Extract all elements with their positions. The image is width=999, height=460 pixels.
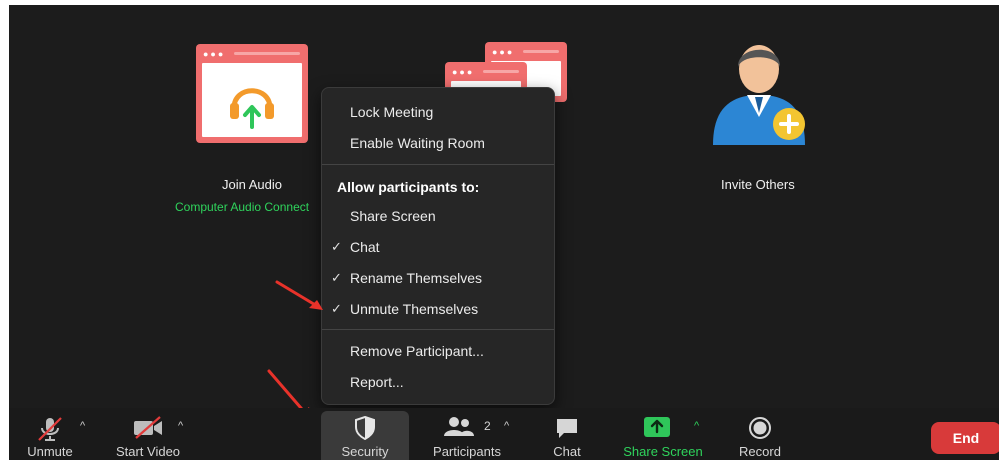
- menu-item-label: Chat: [350, 239, 380, 255]
- participants-options-caret-icon[interactable]: ^: [504, 420, 509, 432]
- menu-item-label: Report...: [350, 374, 404, 390]
- menu-section-heading: Allow participants to:: [337, 179, 480, 195]
- share-screen-button[interactable]: Share Screen: [615, 408, 711, 460]
- menu-item-report[interactable]: Report...: [322, 368, 554, 396]
- menu-item-label: Lock Meeting: [350, 104, 434, 120]
- checkmark-icon: ✓: [331, 301, 342, 316]
- record-icon: [749, 417, 771, 439]
- chat-label: Chat: [553, 444, 581, 459]
- annotation-arrow-unmute-icon: [275, 280, 323, 310]
- participant-count: 2: [484, 419, 491, 433]
- join-audio-title: Join Audio: [222, 177, 282, 192]
- meeting-stage: ●●● Join Audio Computer Audio Connect ●●…: [9, 5, 999, 460]
- unmute-label: Unmute: [27, 444, 73, 459]
- menu-item-unmute-themselves[interactable]: ✓ Unmute Themselves: [322, 295, 554, 323]
- unmute-button[interactable]: Unmute: [19, 408, 81, 460]
- menu-item-label: Share Screen: [350, 208, 436, 224]
- microphone-muted-icon: [38, 417, 62, 441]
- chat-bubble-icon: [557, 419, 577, 438]
- end-meeting-button[interactable]: End: [931, 422, 999, 454]
- menu-item-chat[interactable]: ✓ Chat: [322, 233, 554, 261]
- menu-divider: [322, 329, 554, 330]
- chat-button[interactable]: Chat: [539, 408, 595, 460]
- participants-label: Participants: [433, 444, 501, 459]
- participants-button[interactable]: 2 Participants: [427, 408, 507, 460]
- security-button[interactable]: Security: [321, 408, 409, 460]
- invite-person-icon[interactable]: [707, 37, 817, 147]
- share-screen-label: Share Screen: [623, 444, 703, 459]
- menu-item-label: Enable Waiting Room: [350, 135, 485, 151]
- checkmark-icon: ✓: [331, 239, 342, 254]
- share-screen-icon: [644, 417, 671, 437]
- audio-options-caret-icon[interactable]: ^: [80, 420, 85, 432]
- menu-item-label: Rename Themselves: [350, 270, 483, 286]
- start-video-button[interactable]: Start Video: [107, 408, 189, 460]
- share-options-caret-icon[interactable]: ^: [694, 420, 699, 432]
- record-label: Record: [739, 444, 781, 459]
- start-video-label: Start Video: [115, 444, 181, 459]
- menu-item-rename-themselves[interactable]: ✓ Rename Themselves: [322, 264, 554, 292]
- join-audio-icon[interactable]: ●●●: [196, 44, 308, 143]
- menu-divider: [322, 164, 554, 165]
- menu-item-share-screen[interactable]: Share Screen: [322, 202, 554, 230]
- meeting-toolbar: Unmute ^ Start Video ^ Security 2 Partic…: [9, 408, 999, 460]
- record-button[interactable]: Record: [727, 408, 793, 460]
- camera-off-icon: [134, 416, 162, 439]
- menu-item-remove-participant[interactable]: Remove Participant...: [322, 337, 554, 365]
- invite-others-title: Invite Others: [721, 177, 795, 192]
- menu-item-label: Unmute Themselves: [350, 301, 479, 317]
- video-options-caret-icon[interactable]: ^: [178, 420, 183, 432]
- shield-icon: [355, 416, 375, 440]
- security-label: Security: [341, 444, 389, 459]
- people-icon: [444, 417, 474, 436]
- checkmark-icon: ✓: [331, 270, 342, 285]
- menu-item-lock-meeting[interactable]: Lock Meeting: [322, 98, 554, 126]
- menu-item-enable-waiting-room[interactable]: Enable Waiting Room: [322, 129, 554, 157]
- security-menu: Lock Meeting Enable Waiting Room Allow p…: [321, 87, 555, 405]
- join-audio-status: Computer Audio Connect: [175, 200, 310, 214]
- menu-item-label: Remove Participant...: [350, 343, 484, 359]
